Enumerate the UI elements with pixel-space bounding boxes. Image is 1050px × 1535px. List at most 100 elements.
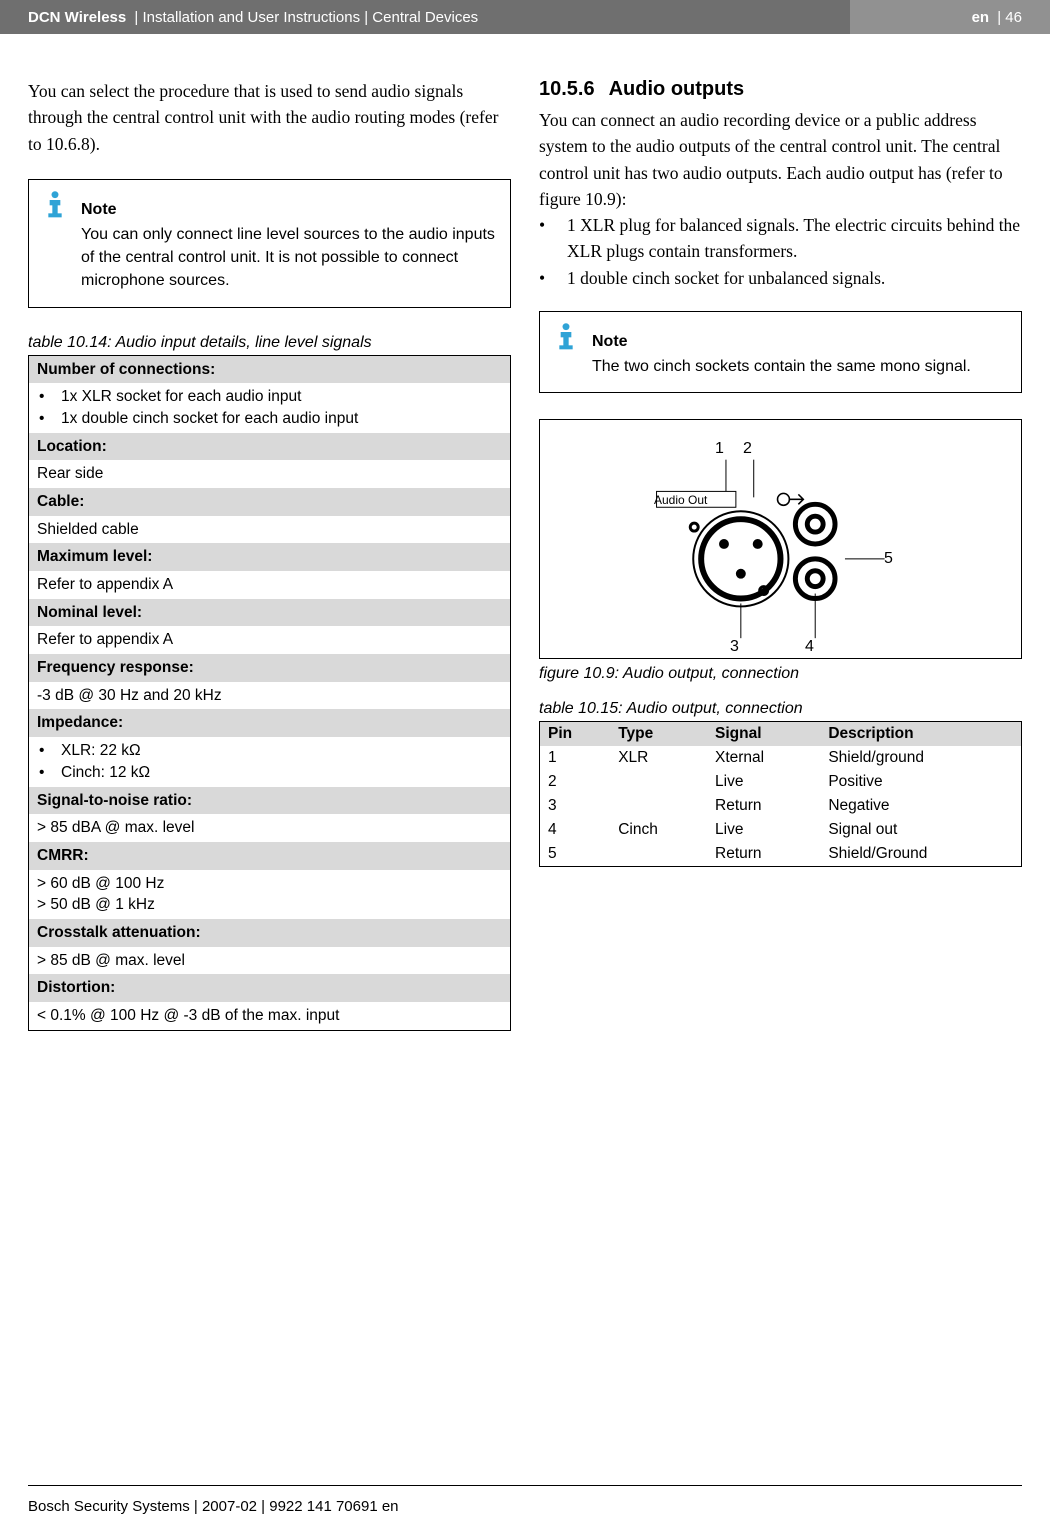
note-title: Note — [81, 198, 498, 221]
note-text: You can only connect line level sources … — [81, 223, 498, 293]
spec-header: CMRR: — [29, 842, 510, 870]
list-item: 1x double cinch socket for each audio in… — [39, 408, 502, 430]
table-row: 1 XLR Xternal Shield/ground — [540, 746, 1022, 770]
col-description: Description — [820, 722, 1021, 747]
table-row: 5 Return Shield/Ground — [540, 842, 1022, 867]
cell: Live — [707, 818, 820, 842]
note-box: Note The two cinch sockets contain the s… — [539, 311, 1022, 393]
spec-value: > 60 dB @ 100 Hz > 50 dB @ 1 kHz — [29, 870, 510, 919]
cell: Xternal — [707, 746, 820, 770]
cell — [610, 770, 707, 794]
list-item: Cinch: 12 kΩ — [39, 762, 502, 784]
cell — [610, 842, 707, 867]
breadcrumb: | Installation and User Instructions | C… — [130, 9, 478, 26]
connection-table: Pin Type Signal Description 1 XLR Xterna… — [539, 721, 1022, 867]
cell: XLR — [610, 746, 707, 770]
cell: Live — [707, 770, 820, 794]
spec-header: Nominal level: — [29, 599, 510, 627]
note-body: Note You can only connect line level sou… — [81, 180, 510, 307]
bullet-text: 1 XLR plug for balanced signals. The ele… — [567, 212, 1022, 265]
spec-value: Rear side — [29, 460, 510, 488]
cell: Cinch — [610, 818, 707, 842]
cell: Signal out — [820, 818, 1021, 842]
bullet-list: •1 XLR plug for balanced signals. The el… — [539, 212, 1022, 291]
note-title: Note — [592, 330, 971, 353]
cell — [610, 794, 707, 818]
list-item: 1x XLR socket for each audio input — [39, 386, 502, 408]
page-number: | 46 — [993, 9, 1022, 26]
spec-table: Number of connections: 1x XLR socket for… — [28, 355, 511, 1031]
col-pin: Pin — [540, 722, 611, 747]
table-header-row: Pin Type Signal Description — [540, 722, 1022, 747]
lang-code: en — [972, 9, 990, 26]
spec-value: 1x XLR socket for each audio input 1x do… — [29, 383, 510, 432]
spec-header: Number of connections: — [29, 356, 510, 384]
spec-value: -3 dB @ 30 Hz and 20 kHz — [29, 682, 510, 710]
spec-value: XLR: 22 kΩ Cinch: 12 kΩ — [29, 737, 510, 786]
header-right: en | 46 — [850, 0, 1050, 34]
section-paragraph: You can connect an audio recording devic… — [539, 107, 1022, 212]
audio-output-diagram: Audio Out 1 2 3 4 5 — [539, 419, 1022, 659]
list-item: •1 double cinch socket for unbalanced si… — [539, 265, 1022, 291]
note-text: The two cinch sockets contain the same m… — [592, 355, 971, 378]
spec-header: Cable: — [29, 488, 510, 516]
footer: Bosch Security Systems | 2007-02 | 9922 … — [28, 1485, 1022, 1515]
table-row: 4 Cinch Live Signal out — [540, 818, 1022, 842]
cmrr-line: > 60 dB @ 100 Hz — [37, 873, 502, 895]
left-column: You can select the procedure that is use… — [28, 78, 511, 1031]
spec-header: Frequency response: — [29, 654, 510, 682]
cell: 1 — [540, 746, 611, 770]
table-caption: table 10.15: Audio output, connection — [539, 700, 1022, 718]
spec-value: Refer to appendix A — [29, 571, 510, 599]
spec-header: Crosstalk attenuation: — [29, 919, 510, 947]
info-icon — [29, 180, 81, 225]
callout-5: 5 — [884, 550, 893, 568]
callout-1: 1 — [715, 440, 724, 458]
col-signal: Signal — [707, 722, 820, 747]
spec-header: Distortion: — [29, 974, 510, 1002]
section-heading: 10.5.6 Audio outputs — [539, 78, 1022, 101]
cell: Return — [707, 842, 820, 867]
list-item: •1 XLR plug for balanced signals. The el… — [539, 212, 1022, 265]
spec-value: Refer to appendix A — [29, 626, 510, 654]
bullet-text: 1 double cinch socket for unbalanced sig… — [567, 265, 885, 291]
cmrr-line: > 50 dB @ 1 kHz — [37, 894, 502, 916]
spec-value: > 85 dB @ max. level — [29, 947, 510, 975]
cell: Negative — [820, 794, 1021, 818]
figure-caption: figure 10.9: Audio output, connection — [539, 665, 1022, 683]
spec-header: Location: — [29, 433, 510, 461]
spec-header: Impedance: — [29, 709, 510, 737]
spec-value: < 0.1% @ 100 Hz @ -3 dB of the max. inpu… — [29, 1002, 510, 1030]
col-type: Type — [610, 722, 707, 747]
section-title: Audio outputs — [609, 78, 745, 101]
spec-value: > 85 dBA @ max. level — [29, 814, 510, 842]
cell: 5 — [540, 842, 611, 867]
right-column: 10.5.6 Audio outputs You can connect an … — [539, 78, 1022, 1031]
callout-3: 3 — [730, 638, 739, 656]
callout-2: 2 — [743, 440, 752, 458]
info-icon — [540, 312, 592, 357]
note-box: Note You can only connect line level sou… — [28, 179, 511, 308]
spec-header: Signal-to-noise ratio: — [29, 787, 510, 815]
header-left: DCN Wireless | Installation and User Ins… — [0, 0, 850, 34]
spec-value: Shielded cable — [29, 516, 510, 544]
table-row: 3 Return Negative — [540, 794, 1022, 818]
product-name: DCN Wireless — [28, 9, 126, 26]
header-bar: DCN Wireless | Installation and User Ins… — [0, 0, 1050, 34]
cell: 3 — [540, 794, 611, 818]
table-row: 2 Live Positive — [540, 770, 1022, 794]
cell: 2 — [540, 770, 611, 794]
cell: Positive — [820, 770, 1021, 794]
table-caption: table 10.14: Audio input details, line l… — [28, 334, 511, 352]
cell: Shield/Ground — [820, 842, 1021, 867]
list-item: XLR: 22 kΩ — [39, 740, 502, 762]
spec-header: Maximum level: — [29, 543, 510, 571]
cell: 4 — [540, 818, 611, 842]
cell: Shield/ground — [820, 746, 1021, 770]
intro-paragraph: You can select the procedure that is use… — [28, 78, 511, 157]
cell: Return — [707, 794, 820, 818]
content: You can select the procedure that is use… — [0, 34, 1050, 1031]
diagram-label: Audio Out — [654, 493, 707, 507]
section-number: 10.5.6 — [539, 78, 595, 101]
callout-4: 4 — [805, 638, 814, 656]
